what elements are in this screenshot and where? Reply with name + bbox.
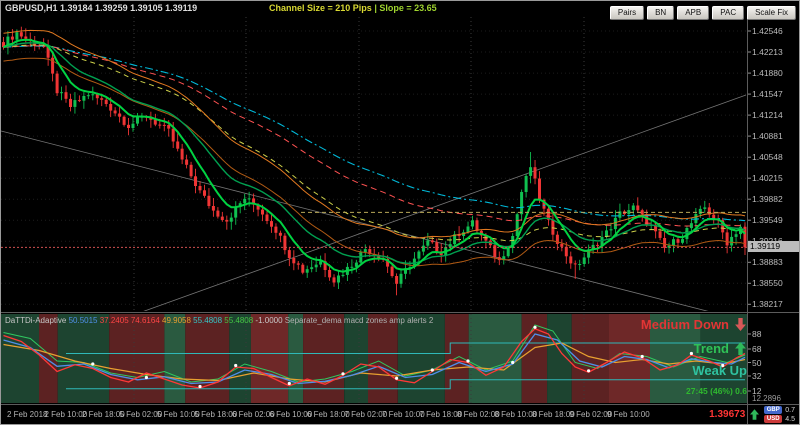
gbp-value: 0.7 (785, 406, 795, 414)
oscillator-zone (1, 314, 39, 403)
slope-label: | Slope = 23.65 (374, 3, 437, 13)
signal-dot (198, 384, 202, 389)
stat-label: 27:45 (46%) 0.6 (686, 386, 747, 396)
ohlc-readout: GBPUSD,H1 1.39184 1.39259 1.39105 1.3911… (5, 3, 198, 13)
signal-dot (466, 359, 470, 363)
weak-up-label: Weak Up (692, 363, 747, 378)
signal-dot (234, 363, 238, 368)
signal-dot (287, 381, 291, 386)
indicator-header: DaTTDi-Adaptive 50.5015 37.2405 74.6164 … (5, 316, 433, 325)
signal-dot (511, 360, 515, 365)
trend-label: Trend (693, 341, 729, 356)
oscillator-zone (344, 314, 369, 403)
oscillator-zone (250, 314, 289, 403)
up-arrow-icon (735, 342, 746, 355)
oscillator-zone (109, 314, 165, 403)
signal-dot (689, 351, 694, 356)
chart-canvas (1, 17, 751, 403)
indicator-header-part: 74.6164 (130, 316, 162, 325)
signal-dot (91, 362, 95, 366)
channel-size-label: Channel Size = 210 Pips (269, 3, 372, 13)
panel-timeaxis-separator (1, 404, 799, 405)
currency-strength: GBP 0.7 USD 4.5 (764, 406, 795, 423)
moving-average (3, 44, 746, 242)
chart-panel-separator[interactable] (1, 312, 799, 313)
moving-average (3, 38, 746, 273)
toolbar-button-bn[interactable]: BN (647, 6, 675, 20)
down-arrow-icon (735, 318, 746, 331)
oscillator-zone (185, 314, 230, 403)
usd-badge: USD (764, 415, 783, 423)
toolbar-button-apb[interactable]: APB (677, 6, 710, 20)
oscillator-zone (444, 314, 469, 403)
quote-widget: 1.39673 GBP 0.7 USD 4.5 (709, 406, 795, 423)
oscillator-zone (164, 314, 186, 403)
toolbar-button-scale-fix[interactable]: Scale Fix (747, 6, 796, 20)
indicator-header-part: 37.2405 (99, 316, 131, 325)
oscillator-zone (368, 314, 398, 403)
signal-dot (533, 325, 537, 329)
up-arrow-icon (750, 409, 760, 420)
oscillator-zone (229, 314, 251, 403)
moving-average (3, 57, 746, 267)
medium-down-label: Medium Down (640, 317, 729, 332)
oscillator-zone (547, 314, 572, 403)
indicator-header-part: 50.5015 (68, 316, 100, 325)
top-bar: GBPUSD,H1 1.39184 1.39259 1.39105 1.3911… (1, 1, 799, 20)
moving-average (3, 45, 746, 222)
indicator-header-part: Separate_dema macd zones amp alerts 2 (284, 316, 434, 325)
indicator-header-part: DaTTDi-Adaptive (5, 316, 69, 325)
indicator-header-part: -1.0000 (255, 316, 285, 325)
signal-trend: Trend (694, 341, 747, 356)
usd-value: 4.5 (785, 415, 795, 423)
signal-dot (430, 368, 434, 372)
toolbar-buttons: Pairs BN APB PAC Scale Fix (607, 2, 796, 20)
oscillator-zone (397, 314, 445, 403)
gbp-badge: GBP (764, 406, 783, 414)
channel-line (143, 94, 747, 311)
indicator-header-part: 55.4808 (193, 316, 225, 325)
signal-stat: 27:45 (46%) 0.6 (686, 386, 747, 396)
usd-strength-row: USD 4.5 (764, 415, 795, 423)
oscillator-zone (303, 314, 345, 403)
signal-dot (341, 372, 345, 376)
toolbar-button-pac[interactable]: PAC (712, 6, 745, 20)
toolbar-button-pairs[interactable]: Pairs (609, 6, 645, 20)
price-axis-separator (747, 17, 748, 424)
indicator-header-part: 49.9058 (162, 316, 194, 325)
gbp-strength-row: GBP 0.7 (764, 406, 795, 414)
quote-price: 1.39673 (709, 409, 746, 420)
indicator-header-part: 55.4808 (224, 316, 256, 325)
oscillator-zone (288, 314, 304, 403)
oscillator-layer (1, 314, 747, 403)
moving-average (3, 42, 746, 265)
signal-weak-up: Weak Up (692, 363, 747, 378)
signal-medium-down: Medium Down (641, 317, 747, 332)
channel-info: Channel Size = 210 Pips | Slope = 23.65 (269, 3, 437, 13)
oscillator-bottom-value: 12.2896 (752, 394, 781, 403)
signal-dot (144, 375, 148, 380)
signal-dot (640, 354, 644, 359)
signal-dot (587, 369, 591, 373)
signal-dot (395, 376, 399, 380)
mt4-chart-window: 1.42546 1.42213 1.41880 1.41547 1.41214 1.408… (0, 0, 800, 425)
